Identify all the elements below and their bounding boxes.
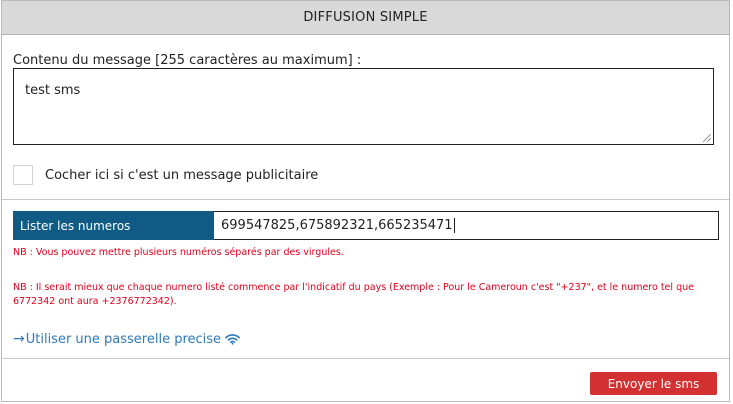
advert-checkbox-label[interactable]: Cocher ici si c'est un message publicita… (45, 168, 318, 183)
numbers-row: Lister les numeros 699547825,675892321,6… (13, 211, 719, 240)
advert-checkbox-row[interactable]: Cocher ici si c'est un message publicita… (13, 165, 318, 185)
wifi-icon (225, 333, 240, 345)
gateway-link-label[interactable]: Utiliser une passerelle precise (26, 332, 221, 347)
send-sms-button[interactable]: Envoyer le sms (590, 372, 717, 395)
resize-grip-icon[interactable] (703, 134, 711, 142)
text-caret (453, 218, 455, 233)
panel-footer: Envoyer le sms (2, 358, 729, 402)
message-textarea[interactable]: test sms (13, 68, 714, 145)
numbers-label: Lister les numeros (13, 211, 214, 240)
gateway-link[interactable]: → Utiliser une passerelle precise (13, 331, 240, 347)
note-multiple-numbers: NB : Vous pouvez mettre plusieurs numéro… (13, 247, 344, 258)
panel-title: DIFFUSION SIMPLE (2, 1, 729, 35)
note-country-code: NB : Il serait mieux que chaque numero l… (13, 282, 694, 307)
arrow-right-icon: → (13, 331, 25, 347)
numbers-input[interactable]: 699547825,675892321,665235471 (214, 211, 719, 240)
broadcast-panel: DIFFUSION SIMPLE Contenu du message [255… (1, 0, 730, 402)
advert-checkbox[interactable] (13, 165, 33, 185)
section-divider (2, 199, 729, 200)
message-text: test sms (25, 83, 81, 98)
message-label: Contenu du message [255 caractères au ma… (13, 53, 362, 68)
numbers-value: 699547825,675892321,665235471 (221, 218, 453, 233)
